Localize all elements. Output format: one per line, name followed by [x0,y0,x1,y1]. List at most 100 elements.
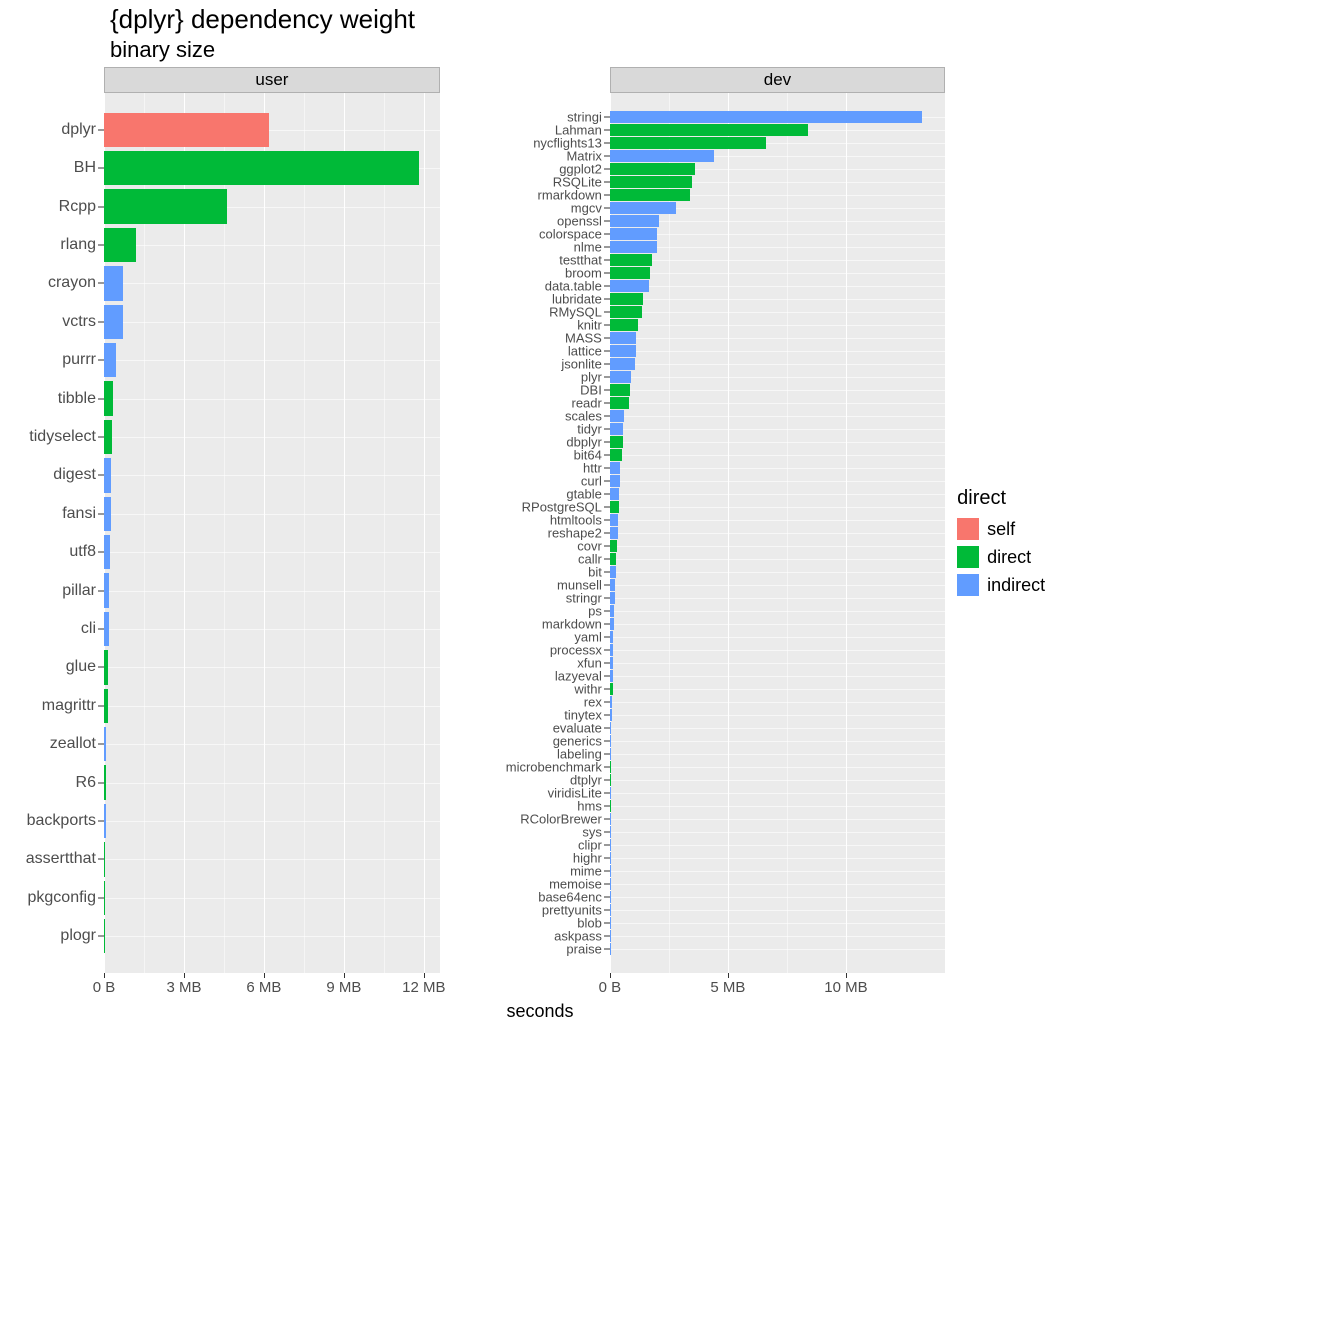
bar [610,150,714,162]
bar-row [610,501,945,513]
bar [610,410,624,422]
bar [610,215,660,227]
bar-row [610,709,945,721]
x-tick-label: 6 MB [246,979,281,996]
bar-row [104,305,440,340]
bar-row [610,813,945,825]
bar [610,917,611,929]
bar [610,852,611,864]
x-axis-title: seconds [0,1001,1080,1022]
facet-strip-user: user [104,67,440,93]
bar [610,813,611,825]
bar-row [610,631,945,643]
bar-row [610,358,945,370]
bar-row [610,488,945,500]
bar [104,650,108,685]
bar [104,420,112,455]
bar-row [610,618,945,630]
bar [610,826,611,838]
legend-item: direct [957,546,1076,568]
y-tick-label: magrittr [42,697,96,715]
bar [610,241,657,253]
bar [610,111,922,123]
y-tick-label: R6 [76,774,96,792]
y-tick-label: dplyr [61,121,96,139]
bar-row [610,189,945,201]
bar [104,612,109,647]
bar [610,527,618,539]
bar-row [610,176,945,188]
legend-item: indirect [957,574,1076,596]
plot-area-dev [610,93,945,973]
bar-row [610,735,945,747]
bar [104,765,106,800]
bar [104,535,110,570]
bar [104,497,111,532]
y-tick-label: plogr [60,927,96,945]
bar [610,228,657,240]
facet-dev: dev stringiLahmannycflights13Matrixggplo… [450,67,945,997]
bar-row [610,826,945,838]
bar-row [610,124,945,136]
bar [104,228,136,263]
bar-row [610,904,945,916]
bar-row [104,266,440,301]
bar [104,458,111,493]
legend-swatch [957,546,979,568]
bar [610,696,612,708]
bar-row [104,842,440,877]
bar-row [610,163,945,175]
bar-row [610,683,945,695]
bar-row [610,254,945,266]
bar [104,113,269,148]
bar-row [610,592,945,604]
bar [610,189,690,201]
x-tick-label: 10 MB [824,979,867,996]
bar-row [610,215,945,227]
bar-row [610,865,945,877]
bar-row [610,423,945,435]
bar [610,800,611,812]
bar-row [610,566,945,578]
y-axis-labels-dev: stringiLahmannycflights13Matrixggplot2RS… [450,93,610,973]
bar [610,462,621,474]
y-tick-label: zeallot [50,735,96,753]
bar [610,553,617,565]
bar-row [610,787,945,799]
bar [104,343,116,378]
bar [610,319,638,331]
legend-title: direct [957,487,1076,510]
bar [104,381,113,416]
bar-row [610,332,945,344]
bar [610,124,808,136]
y-tick-label: rlang [60,236,96,254]
bar [610,371,631,383]
bar-row [610,111,945,123]
chart-subtitle: binary size [110,37,1080,63]
bar-row [104,420,440,455]
bar-row [610,839,945,851]
bar [610,267,650,279]
bar-row [104,612,440,647]
bar-row [104,381,440,416]
y-tick-label: Rcpp [59,198,96,216]
y-tick-label: crayon [48,274,96,292]
facet-user: user dplyrBHRcpprlangcrayonvctrspurrrtib… [4,67,440,997]
y-tick-label: glue [66,658,96,676]
bar-row [610,345,945,357]
bar-row [104,919,440,954]
bar [610,839,611,851]
y-tick-label: purrr [62,351,96,369]
bar [610,891,611,903]
bar [610,254,653,266]
bar [610,865,611,877]
bar [610,605,614,617]
y-tick-label: pillar [62,582,96,600]
bar [610,631,614,643]
y-tick-label: BH [74,159,96,177]
bar [104,881,105,916]
bar-row [610,644,945,656]
bar [610,735,611,747]
bar [104,189,227,224]
bar-row [610,371,945,383]
